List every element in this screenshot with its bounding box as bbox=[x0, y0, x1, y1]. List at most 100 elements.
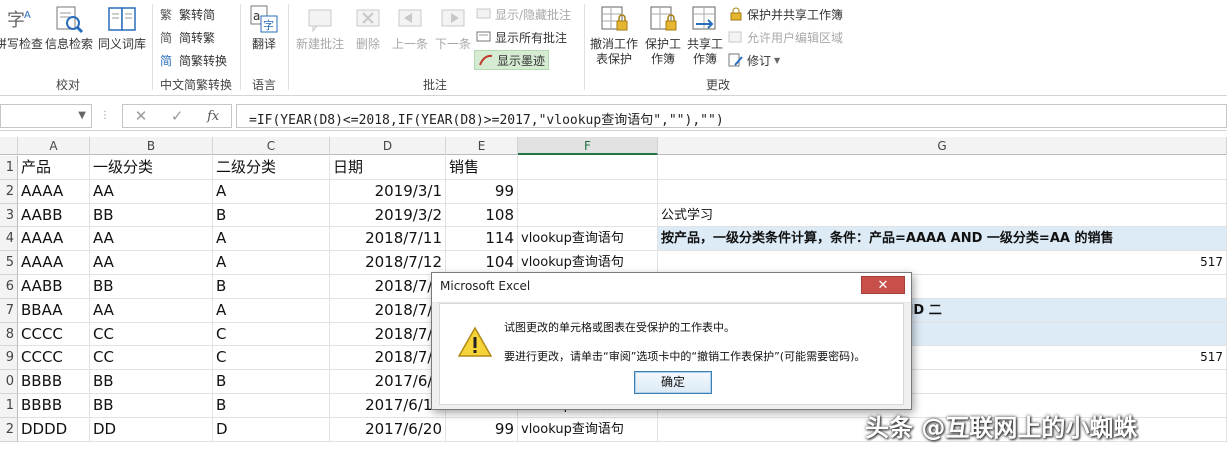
cell-d-row-5[interactable]: 2018/7/12 bbox=[330, 251, 446, 275]
cell-f-row-3[interactable] bbox=[518, 203, 658, 228]
cell-c-row-5[interactable]: A bbox=[213, 251, 330, 275]
cell-a-row-12[interactable]: DDDD bbox=[18, 417, 90, 442]
show-all-comments-button[interactable]: 显示所有批注 bbox=[476, 27, 567, 47]
protect-share-workbook-button[interactable]: 保护并共享工作簿 bbox=[728, 4, 843, 24]
cell-b-row-1[interactable]: 一级分类 bbox=[90, 156, 213, 180]
cell-a-row-2[interactable]: AAAA bbox=[18, 179, 90, 204]
cell-a-row-3[interactable]: AABB bbox=[18, 203, 90, 228]
spell-check-button[interactable]: 字A 拼写检查 bbox=[0, 4, 44, 52]
cell-c-row-3[interactable]: B bbox=[213, 203, 330, 228]
cell-d-row-2[interactable]: 2019/3/1 bbox=[330, 179, 446, 204]
column-header-g[interactable]: G bbox=[658, 137, 1227, 155]
enter-check-icon[interactable]: ✓ bbox=[171, 107, 184, 125]
cell-a-row-1[interactable]: 产品 bbox=[18, 156, 90, 180]
cell-a-row-5[interactable]: AAAA bbox=[18, 251, 90, 275]
select-all-corner[interactable] bbox=[0, 137, 18, 155]
cancel-icon[interactable]: ✕ bbox=[135, 107, 148, 125]
cell-d-row-7[interactable]: 2018/7/1 bbox=[330, 298, 446, 323]
cell-d-row-9[interactable]: 2018/7/1 bbox=[330, 346, 446, 371]
row-header[interactable]: 3 bbox=[0, 203, 18, 228]
thesaurus-button[interactable]: 同义词库 bbox=[96, 4, 148, 52]
delete-comment-button[interactable]: 删除 bbox=[348, 4, 388, 52]
formula-input[interactable]: =IF(YEAR(D8)<=2018,IF(YEAR(D8)>=2017,"vl… bbox=[236, 104, 1227, 128]
cell-d-row-10[interactable]: 2017/6/1 bbox=[330, 370, 446, 394]
cell-g-row-4[interactable]: 按产品，一级分类条件计算，条件：产品=AAAA AND 一级分类=AA 的销售 bbox=[658, 227, 1227, 252]
splitter-dots-icon[interactable]: ⋮ bbox=[100, 110, 110, 121]
show-hide-comment-button[interactable]: 显示/隐藏批注 bbox=[476, 4, 571, 24]
name-box[interactable]: ▼ bbox=[0, 104, 92, 128]
next-comment-button[interactable]: 下一条 bbox=[432, 4, 474, 52]
ok-button[interactable]: 确定 bbox=[634, 371, 712, 394]
cell-b-row-5[interactable]: AA bbox=[90, 251, 213, 275]
cell-f-row-1[interactable] bbox=[518, 156, 658, 180]
trad-to-simp-button[interactable]: 繁 繁转简 bbox=[160, 4, 215, 24]
cell-e-row-12[interactable]: 99 bbox=[446, 417, 518, 442]
cell-d-row-3[interactable]: 2019/3/2 bbox=[330, 203, 446, 228]
cell-g-row-3[interactable]: 公式学习 bbox=[658, 203, 1227, 228]
show-ink-button[interactable]: 显示墨迹 bbox=[474, 50, 550, 70]
cell-e-row-1[interactable]: 销售 bbox=[446, 156, 518, 180]
cell-c-row-10[interactable]: B bbox=[213, 370, 330, 394]
row-header[interactable]: 2 bbox=[0, 179, 18, 204]
allow-edit-ranges-button[interactable]: 允许用户编辑区域 bbox=[728, 27, 843, 47]
insert-function-icon[interactable]: fx bbox=[207, 109, 219, 124]
cell-d-row-12[interactable]: 2017/6/20 bbox=[330, 417, 446, 442]
column-header-e[interactable]: E bbox=[446, 137, 518, 155]
protect-workbook-button[interactable]: 保护工作簿 bbox=[642, 4, 684, 67]
cell-d-row-6[interactable]: 2018/7/1 bbox=[330, 275, 446, 299]
cell-e-row-3[interactable]: 108 bbox=[446, 203, 518, 228]
column-header-a[interactable]: A bbox=[18, 137, 90, 155]
cell-c-row-11[interactable]: B bbox=[213, 394, 330, 418]
cell-d-row-1[interactable]: 日期 bbox=[330, 156, 446, 180]
row-header[interactable]: 7 bbox=[0, 298, 18, 323]
row-header[interactable]: 0 bbox=[0, 370, 18, 394]
row-header[interactable]: 5 bbox=[0, 251, 18, 275]
cell-b-row-3[interactable]: BB bbox=[90, 203, 213, 228]
column-header-c[interactable]: C bbox=[213, 137, 330, 155]
row-header[interactable]: 9 bbox=[0, 346, 18, 371]
cell-e-row-4[interactable]: 114 bbox=[446, 227, 518, 252]
share-workbook-button[interactable]: 共享工作簿 bbox=[684, 4, 726, 67]
cell-c-row-1[interactable]: 二级分类 bbox=[213, 156, 330, 180]
cell-a-row-9[interactable]: CCCC bbox=[18, 346, 90, 371]
cell-a-row-7[interactable]: BBAA bbox=[18, 298, 90, 323]
row-header[interactable]: 6 bbox=[0, 275, 18, 299]
column-header-b[interactable]: B bbox=[90, 137, 213, 155]
cell-b-row-12[interactable]: DD bbox=[90, 417, 213, 442]
row-header[interactable]: 4 bbox=[0, 227, 18, 252]
cell-f-row-4[interactable]: vlookup查询语句 bbox=[518, 227, 658, 252]
previous-comment-button[interactable]: 上一条 bbox=[388, 4, 432, 52]
cell-d-row-11[interactable]: 2017/6/19 bbox=[330, 394, 446, 418]
cell-b-row-6[interactable]: BB bbox=[90, 275, 213, 299]
cell-e-row-2[interactable]: 99 bbox=[446, 179, 518, 204]
cell-b-row-8[interactable]: CC bbox=[90, 322, 213, 347]
cell-b-row-2[interactable]: AA bbox=[90, 179, 213, 204]
cell-c-row-4[interactable]: A bbox=[213, 227, 330, 252]
column-header-d[interactable]: D bbox=[330, 137, 446, 155]
cell-f-row-2[interactable] bbox=[518, 179, 658, 204]
cell-b-row-4[interactable]: AA bbox=[90, 227, 213, 252]
simp-to-trad-button[interactable]: 简 简转繁 bbox=[160, 27, 215, 47]
chinese-convert-button[interactable]: 简 简繁转换 bbox=[160, 50, 227, 70]
column-header-f[interactable]: F bbox=[518, 137, 658, 155]
cell-f-row-12[interactable]: vlookup查询语句 bbox=[518, 417, 658, 442]
cell-c-row-6[interactable]: B bbox=[213, 275, 330, 299]
cell-a-row-4[interactable]: AAAA bbox=[18, 227, 90, 252]
cell-c-row-9[interactable]: C bbox=[213, 346, 330, 371]
research-button[interactable]: 信息检索 bbox=[42, 4, 96, 52]
cell-a-row-11[interactable]: BBBB bbox=[18, 394, 90, 418]
cell-b-row-9[interactable]: CC bbox=[90, 346, 213, 371]
cell-c-row-8[interactable]: C bbox=[213, 322, 330, 347]
row-header[interactable]: 2 bbox=[0, 417, 18, 442]
cell-g-row-2[interactable] bbox=[658, 179, 1227, 204]
cell-d-row-4[interactable]: 2018/7/11 bbox=[330, 227, 446, 252]
cell-a-row-6[interactable]: AABB bbox=[18, 275, 90, 299]
new-comment-button[interactable]: 新建批注 bbox=[292, 4, 348, 52]
row-header[interactable]: 1 bbox=[0, 156, 18, 180]
track-changes-button[interactable]: 修订 ▼ bbox=[728, 50, 780, 70]
translate-button[interactable]: a字 翻译 bbox=[246, 4, 282, 52]
cell-b-row-10[interactable]: BB bbox=[90, 370, 213, 394]
cell-g-row-1[interactable] bbox=[658, 156, 1227, 180]
cell-c-row-2[interactable]: A bbox=[213, 179, 330, 204]
chevron-down-icon[interactable]: ▼ bbox=[78, 110, 86, 121]
